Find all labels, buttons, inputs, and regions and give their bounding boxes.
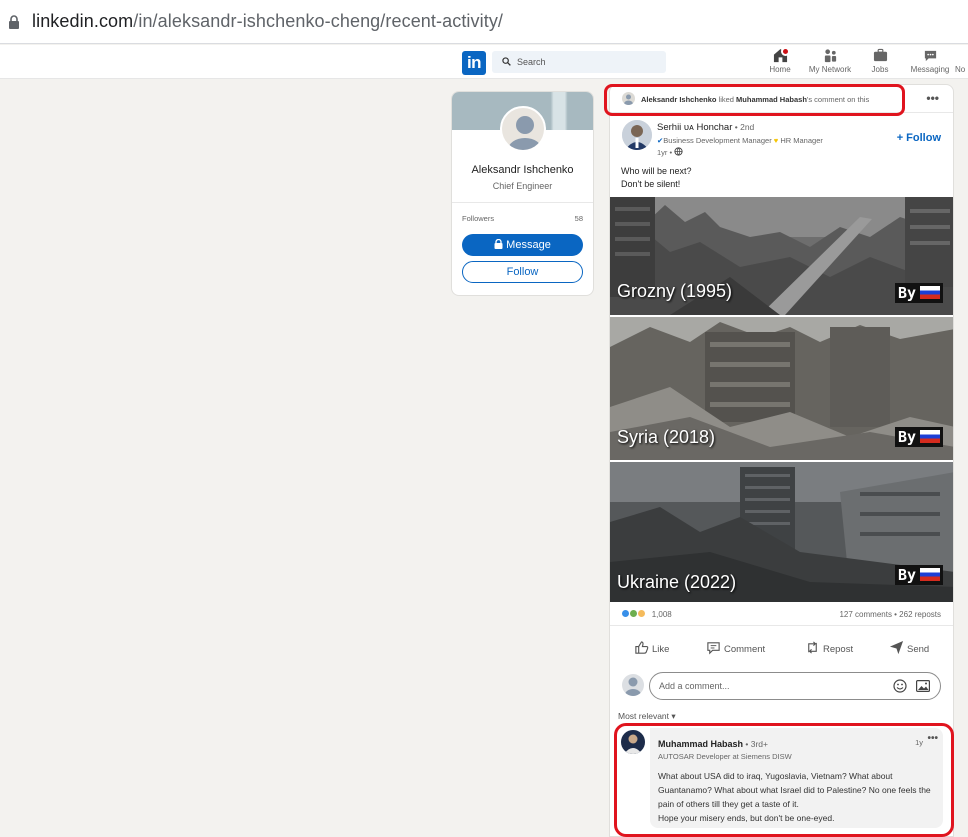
nav-notifications[interactable]: No [955,48,968,74]
lock-icon [494,238,503,249]
image-by-label: By [894,283,943,303]
post-image-syria[interactable]: Syria (2018) By [610,317,953,460]
send-icon [889,640,904,655]
russia-flag-icon [920,568,940,581]
repost-icon [808,641,817,654]
image-icon[interactable] [916,680,930,692]
followers-label: Followers [462,214,495,223]
post-time: 1yr • [657,147,683,157]
message-button[interactable]: Message [462,234,583,256]
image-caption: Ukraine (2022) [617,572,737,592]
comment-button[interactable]: Comment [706,640,765,655]
browser-url-bar[interactable]: linkedin.com/in/aleksandr-ishchenko-chen… [0,0,968,44]
emoji-icon[interactable] [893,679,907,693]
repost-button[interactable]: Repost [805,640,853,655]
add-comment-input[interactable]: Add a comment... [649,672,941,700]
briefcase-icon [873,48,887,62]
followers-count: 58 [574,214,583,223]
follow-button[interactable]: Follow [462,261,583,283]
send-button[interactable]: Send [889,640,929,655]
profile-name[interactable]: Aleksandr Ishchenko [452,164,593,176]
reactions-summary[interactable]: 1,008 [621,609,672,619]
profile-title: Chief Engineer [492,181,553,191]
post-author-headline: ✔Business Development Manager ♥ HR Manag… [657,136,823,145]
author-photo [622,120,652,150]
notification-badge [781,47,791,56]
post-author-avatar[interactable] [622,120,652,150]
support-reaction-icon [637,609,647,618]
url-text[interactable]: linkedin.com/in/aleksandr-ishchenko-chen… [32,11,503,32]
default-avatar-icon [625,677,641,696]
top-nav: in Search Home My Network Jobs Messaging… [0,45,968,79]
sort-comments-dropdown[interactable]: Most relevant ▾ [618,711,676,722]
russia-flag-icon [920,286,940,299]
current-user-avatar [622,674,644,696]
more-options-icon[interactable]: ••• [926,91,939,105]
search-icon [502,57,511,66]
messaging-icon [924,50,936,62]
nav-jobs[interactable]: Jobs [866,48,894,74]
comments-reposts-count[interactable]: 127 comments • 262 reposts [839,610,941,619]
nav-my-network[interactable]: My Network [805,48,855,74]
image-caption: Grozny (1995) [617,281,733,301]
image-by-label: By [894,427,943,447]
post-text: Who will be next? Don't be silent! [621,166,692,189]
search-input[interactable]: Search [492,51,666,73]
default-avatar-icon [508,116,542,150]
divider [452,202,593,203]
post-author-name[interactable]: Serhii ᴜᴀ Honchar • 2nd [657,122,754,133]
post-image-grozny[interactable]: Grozny (1995) By [610,197,953,315]
lock-icon [9,15,19,29]
comment-icon [707,642,720,655]
image-by-label: By [894,565,943,585]
annotation-highlight-comment [614,723,954,837]
avatar[interactable] [500,106,546,152]
post-action-bar: Like Comment Repost Send [610,625,953,669]
image-caption: Syria (2018) [617,427,716,447]
network-icon [824,49,836,63]
thumbs-up-icon [635,641,649,654]
nav-messaging[interactable]: Messaging [907,48,953,74]
linkedin-logo[interactable]: in [462,51,486,75]
heart-icon: ♥ [773,136,779,145]
russia-flag-icon [920,430,940,443]
globe-icon [674,147,683,156]
post-image-ukraine[interactable]: Ukraine (2022) By [610,462,953,602]
nav-home[interactable]: Home [766,47,794,74]
like-button[interactable]: Like [634,640,669,655]
annotation-highlight-activity [604,84,905,116]
follow-author-button[interactable]: + Follow [897,132,941,144]
profile-card: Aleksandr Ishchenko Chief Engineer Follo… [451,91,594,296]
